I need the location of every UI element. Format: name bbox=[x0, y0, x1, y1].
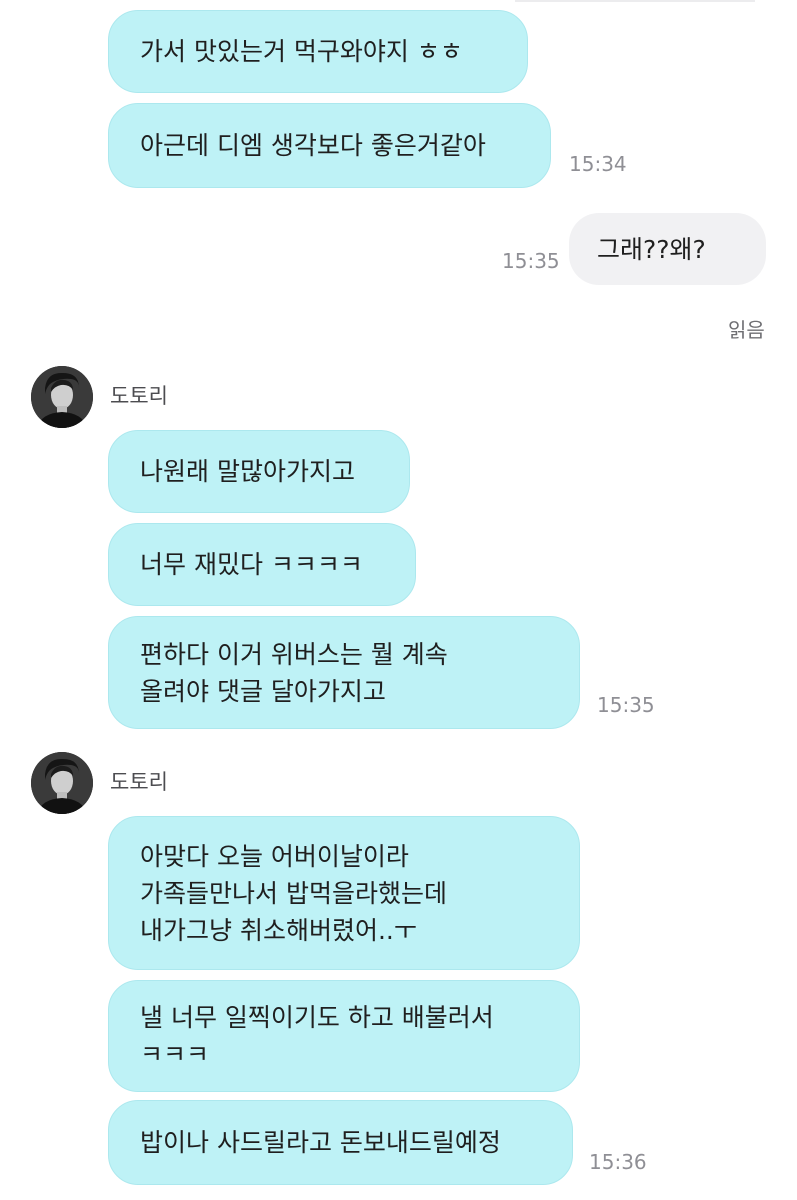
message-bubble[interactable]: 나원래 말많아가지고 bbox=[108, 430, 410, 513]
message-text: 가서 맛있는거 먹구와야지 ㅎㅎ bbox=[140, 37, 463, 66]
message-time: 15:35 bbox=[597, 693, 655, 717]
sender-name: 도토리 bbox=[110, 770, 168, 794]
message-bubble[interactable]: 너무 재밌다 ㅋㅋㅋㅋ bbox=[108, 523, 416, 606]
message-bubble[interactable]: 밥이나 사드릴라고 돈보내드릴예정 bbox=[108, 1100, 573, 1185]
message-time: 15:36 bbox=[589, 1150, 647, 1174]
message-bubble[interactable]: 편하다 이거 위버스는 뭘 계속 올려야 댓글 달아가지고 bbox=[108, 616, 580, 729]
message-text: 밥이나 사드릴라고 돈보내드릴예정 bbox=[140, 1128, 501, 1157]
sender-avatar[interactable] bbox=[31, 366, 93, 428]
message-text: 너무 재밌다 ㅋㅋㅋㅋ bbox=[140, 550, 363, 579]
message-text: 나원래 말많아가지고 bbox=[140, 457, 355, 486]
message-text-line: ㅋㅋㅋ bbox=[140, 1040, 210, 1069]
message-bubble[interactable]: 낼 너무 일찍이기도 하고 배불러서 ㅋㅋㅋ bbox=[108, 980, 580, 1092]
outgoing-message-bubble[interactable]: 그래??왜? bbox=[569, 213, 766, 285]
read-receipt: 읽음 bbox=[728, 318, 765, 342]
message-text-line: 내가그냥 취소해버렸어..ㅜ bbox=[140, 915, 417, 945]
sender-avatar[interactable] bbox=[31, 752, 93, 814]
message-text-line: 낼 너무 일찍이기도 하고 배불러서 bbox=[140, 1003, 494, 1032]
previous-message-edge bbox=[515, 0, 755, 2]
message-text-line: 아맞다 오늘 어버이날이라 bbox=[140, 841, 409, 871]
message-text-line: 편하다 이거 위버스는 뭘 계속 bbox=[140, 639, 448, 669]
message-bubble[interactable]: 아근데 디엠 생각보다 좋은거같아 bbox=[108, 103, 551, 188]
message-time: 15:35 bbox=[502, 249, 560, 273]
profile-photo-icon bbox=[31, 366, 93, 428]
message-text-line: 가족들만나서 밥먹을라했는데 bbox=[140, 878, 447, 908]
profile-photo-icon bbox=[31, 752, 93, 814]
message-time: 15:34 bbox=[569, 152, 627, 176]
message-bubble[interactable]: 가서 맛있는거 먹구와야지 ㅎㅎ bbox=[108, 10, 528, 93]
message-text: 그래??왜? bbox=[597, 234, 706, 264]
message-text-line: 올려야 댓글 달아가지고 bbox=[140, 676, 386, 706]
sender-name: 도토리 bbox=[110, 384, 168, 408]
message-text: 아근데 디엠 생각보다 좋은거같아 bbox=[140, 131, 486, 160]
message-bubble[interactable]: 아맞다 오늘 어버이날이라 가족들만나서 밥먹을라했는데 내가그냥 취소해버렸어… bbox=[108, 816, 580, 970]
